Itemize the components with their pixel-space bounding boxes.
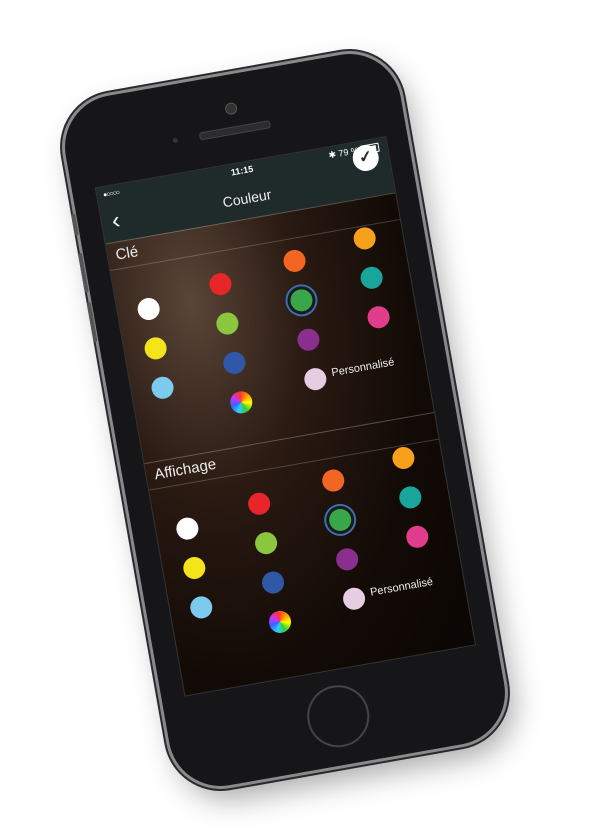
color-swatch-green[interactable] xyxy=(288,287,315,314)
color-swatch-white[interactable] xyxy=(174,515,201,542)
color-swatch-orange[interactable] xyxy=(320,467,346,494)
color-swatch-teal[interactable] xyxy=(358,265,385,291)
color-swatch-lavender[interactable] xyxy=(341,585,367,612)
color-picker-wheel[interactable] xyxy=(267,609,293,635)
color-swatch-yellow[interactable] xyxy=(142,335,169,362)
color-swatch-lightblue[interactable] xyxy=(149,375,176,401)
color-picker-wheel[interactable] xyxy=(228,389,255,416)
volume-down-button xyxy=(86,301,98,343)
color-swatch-blue[interactable] xyxy=(260,569,286,596)
color-swatch-teal[interactable] xyxy=(397,484,424,511)
color-swatch-orange[interactable] xyxy=(281,248,308,274)
volume-up-button xyxy=(77,252,89,293)
color-swatch-purple[interactable] xyxy=(295,326,322,353)
color-swatch-yellow[interactable] xyxy=(181,555,208,581)
bluetooth-icon: ✱ xyxy=(327,149,337,161)
color-swatch-lightgreen[interactable] xyxy=(253,530,279,556)
color-swatch-lightblue[interactable] xyxy=(188,594,215,621)
color-swatch-lightgreen[interactable] xyxy=(214,310,241,337)
color-swatch-green[interactable] xyxy=(327,507,353,533)
front-camera xyxy=(224,101,239,116)
color-swatch-red[interactable] xyxy=(246,491,272,517)
color-swatch-lavender[interactable] xyxy=(302,366,329,392)
color-swatch-white[interactable] xyxy=(135,296,162,322)
phone: ●○○○○ 11:15 ✱ 79 % ‹ Couleur ✓ Clé Person… xyxy=(56,45,514,795)
sensor xyxy=(172,137,179,144)
color-swatch-amber[interactable] xyxy=(351,225,378,252)
custom-color-label[interactable]: Personnalisé xyxy=(369,576,434,599)
color-swatch-pink[interactable] xyxy=(365,304,392,330)
color-swatch-red[interactable] xyxy=(207,271,234,297)
color-swatch-pink[interactable] xyxy=(404,524,431,550)
custom-color-label[interactable]: Personnalisé xyxy=(331,356,396,379)
section-label: Clé xyxy=(114,243,140,264)
color-swatch-amber[interactable] xyxy=(390,445,417,471)
color-swatch-purple[interactable] xyxy=(334,546,360,573)
earpiece-speaker xyxy=(198,120,272,141)
mute-switch xyxy=(70,213,79,236)
color-swatch-blue[interactable] xyxy=(221,350,248,376)
screen: ●○○○○ 11:15 ✱ 79 % ‹ Couleur ✓ Clé Person… xyxy=(94,136,477,697)
home-button[interactable] xyxy=(302,680,375,753)
